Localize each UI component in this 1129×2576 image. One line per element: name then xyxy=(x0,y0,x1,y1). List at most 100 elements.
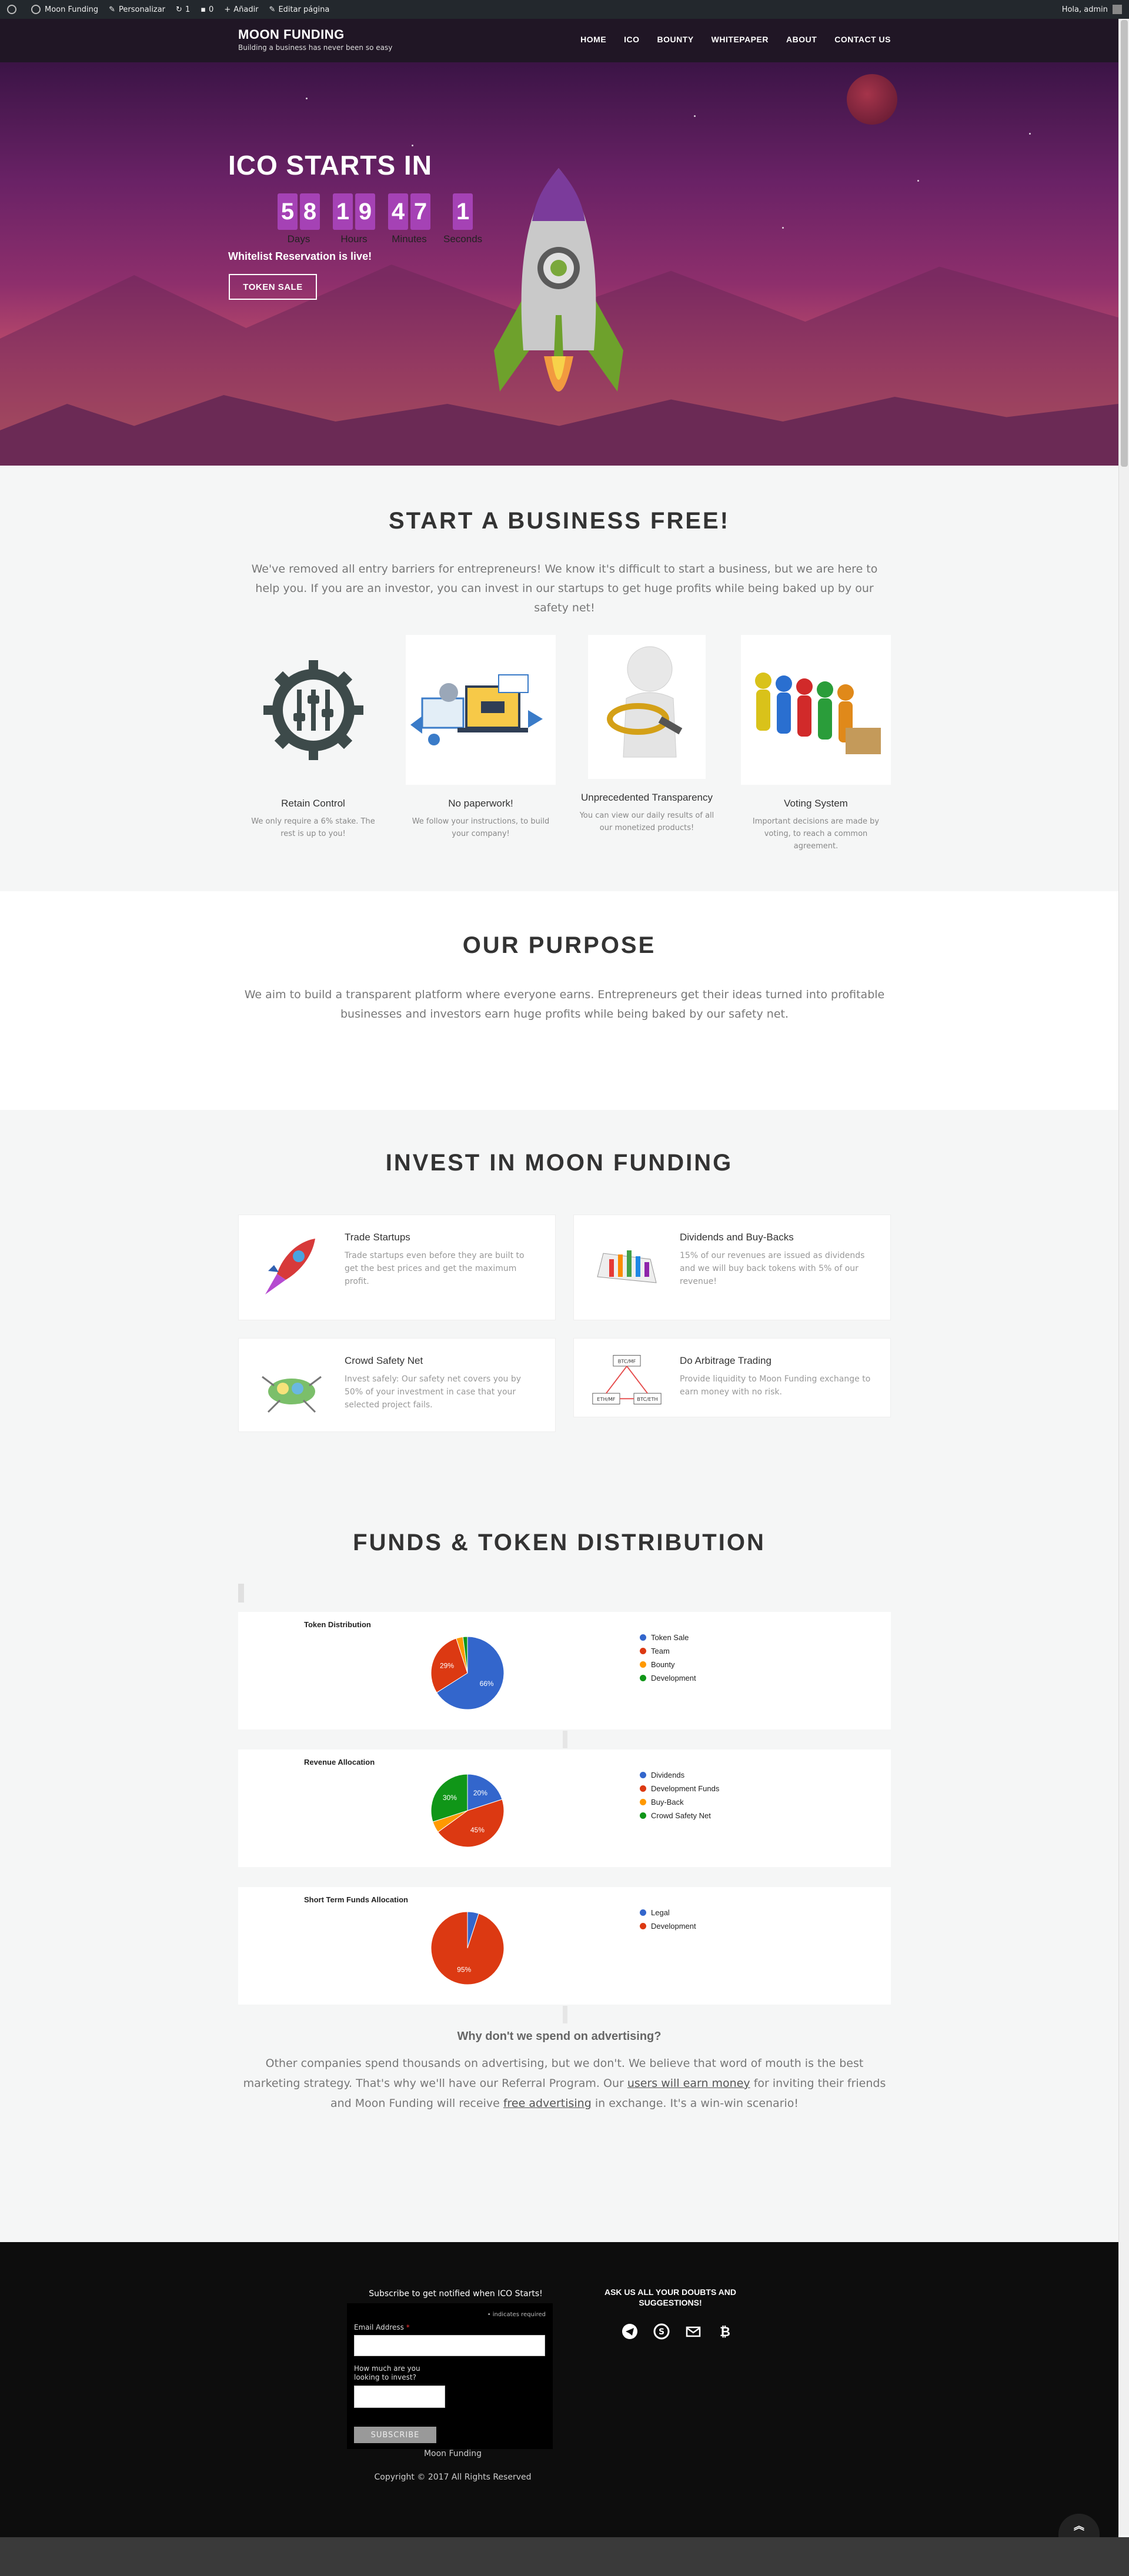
gear-sliders-icon xyxy=(238,635,388,785)
chart-legend: Dividends Development Funds Buy-Back Cro… xyxy=(640,1771,719,1825)
bitcoin-icon[interactable]: ₿ xyxy=(716,2322,734,2341)
page-scrollbar[interactable] xyxy=(1118,19,1129,2535)
invest-amount-field[interactable] xyxy=(354,2386,445,2408)
chart-legend: Legal Development xyxy=(640,1908,696,1935)
invest-title: INVEST IN MOON FUNDING xyxy=(385,1150,733,1176)
invest-card-title: Crowd Safety Net xyxy=(345,1355,423,1366)
email-icon[interactable] xyxy=(684,2322,703,2341)
admin-comments-link[interactable]: ▪ 0 xyxy=(201,5,213,14)
countdown-digit: 1 xyxy=(453,193,473,230)
invest-card-desc: Provide liquidity to Moon Funding exchan… xyxy=(680,1374,871,1397)
invest-card-title: Dividends and Buy-Backs xyxy=(680,1232,794,1243)
email-field[interactable] xyxy=(354,2335,545,2356)
legend-item: Bounty xyxy=(640,1660,696,1669)
countdown-days: 58 Days xyxy=(278,193,320,245)
telegram-icon[interactable] xyxy=(620,2322,639,2341)
invest-card-title: Do Arbitrage Trading xyxy=(680,1355,771,1366)
feature-desc: Important decisions are made by voting, … xyxy=(752,817,880,851)
why-title: Why don't we spend on advertising? xyxy=(457,2030,662,2043)
whitelist-notice: Whitelist Reservation is live! xyxy=(228,250,372,262)
arbitrage-node-label: BTC/ETH xyxy=(637,1396,657,1402)
required-note: • indicates required xyxy=(487,2311,546,2318)
legend-item: Legal xyxy=(640,1908,696,1917)
invest-card-desc: 15% of our revenues are issued as divide… xyxy=(680,1251,865,1286)
rocket-icon xyxy=(256,1230,327,1300)
hero-section: ICO STARTS IN 58 Days 19 Hours 47 Minute… xyxy=(0,62,1118,466)
admin-customize-link[interactable]: ✎ Personalizar xyxy=(109,5,165,14)
star-dot xyxy=(412,145,413,146)
avatar xyxy=(1113,5,1122,14)
chart-title: Token Distribution xyxy=(304,1620,371,1629)
site-header: MOON FUNDING Building a business has nev… xyxy=(0,19,1118,62)
footer-site-name: Moon Funding xyxy=(423,2449,482,2458)
feature-name: Retain Control xyxy=(281,798,345,809)
countdown-minutes: 47 Minutes xyxy=(388,193,430,245)
invest-card: Crowd Safety Net Invest safely: Our safe… xyxy=(238,1338,556,1432)
referral-link[interactable]: users will earn money xyxy=(627,2077,750,2090)
brush-icon: ✎ xyxy=(109,5,116,14)
scrollbar-thumb[interactable] xyxy=(1121,20,1128,467)
legend-item: Buy-Back xyxy=(640,1798,719,1806)
purpose-text: We aim to build a transparent platform w… xyxy=(244,988,885,1021)
invest-label: How much are you looking to invest? xyxy=(354,2364,420,2381)
countdown-seconds: 1 Seconds xyxy=(443,193,482,245)
svg-text:₿: ₿ xyxy=(720,2325,730,2340)
nav-contact[interactable]: CONTACT US xyxy=(834,35,891,44)
admin-site-link[interactable]: Moon Funding xyxy=(31,5,98,14)
business-title: START A BUSINESS FREE! xyxy=(388,508,730,534)
star-dot xyxy=(1029,133,1031,135)
free-advertising-link[interactable]: free advertising xyxy=(503,2097,592,2110)
subscribe-heading: Subscribe to get notified when ICO Start… xyxy=(369,2289,543,2299)
subscribe-button[interactable]: SUBSCRIBE xyxy=(354,2427,436,2443)
pie-chart: 66% 29% xyxy=(430,1636,505,1710)
legend-item: Token Sale xyxy=(640,1633,696,1642)
countdown-label: Hours xyxy=(340,233,368,245)
magnifier-figure xyxy=(588,635,706,779)
devices-illustration xyxy=(406,635,556,785)
token-distribution-chart: Token Distribution 66% 29% Token Sale Tea… xyxy=(238,1612,891,1729)
invest-card: Dividends and Buy-Backs 15% of our reven… xyxy=(573,1215,891,1320)
nav-whitepaper[interactable]: WHITEPAPER xyxy=(712,35,769,44)
invest-card: Trade Startups Trade startups even befor… xyxy=(238,1215,556,1320)
legend-item: Crowd Safety Net xyxy=(640,1811,719,1820)
star-dot xyxy=(694,115,696,117)
admin-updates-link[interactable]: ↻ 1 xyxy=(176,5,190,14)
countdown-timer: 58 Days 19 Hours 47 Minutes 1 Seconds xyxy=(278,193,482,245)
nav-bounty[interactable]: BOUNTY xyxy=(657,35,694,44)
feature-name: Voting System xyxy=(784,798,848,809)
net-icon xyxy=(256,1353,327,1424)
pie-slice-label: 20% xyxy=(473,1789,487,1797)
legend-item: Development xyxy=(640,1922,696,1931)
double-chevron-up-icon: ︽ xyxy=(1074,2520,1084,2532)
token-sale-button[interactable]: TOKEN SALE xyxy=(229,274,317,300)
feature-name: No paperwork! xyxy=(448,798,513,809)
feature-desc: We follow your instructions, to build yo… xyxy=(412,817,550,838)
nav-home[interactable]: HOME xyxy=(580,35,606,44)
scroll-to-top-button[interactable]: ︽ xyxy=(1058,2514,1100,2537)
chart-title: Revenue Allocation xyxy=(304,1758,375,1767)
admin-account[interactable]: Hola, admin xyxy=(1062,5,1122,14)
countdown-label: Seconds xyxy=(443,233,483,245)
admin-add-link[interactable]: + Añadir xyxy=(224,5,258,14)
feature-transparency: Unprecedented Transparency You can view … xyxy=(573,635,720,834)
email-label: Email Address * xyxy=(354,2323,410,2331)
plus-icon: + xyxy=(224,5,231,14)
site-brand[interactable]: MOON FUNDING Building a business has nev… xyxy=(238,27,392,52)
nav-ico[interactable]: ICO xyxy=(624,35,639,44)
countdown-digit: 1 xyxy=(333,193,353,230)
copyright: Copyright © 2017 All Rights Reserved xyxy=(374,2473,532,2482)
invest-card-title: Trade Startups xyxy=(345,1232,410,1243)
footer: Subscribe to get notified when ICO Start… xyxy=(0,2242,1118,2537)
nav-about[interactable]: ABOUT xyxy=(786,35,817,44)
invest-section: INVEST IN MOON FUNDING Trade Startups Tr… xyxy=(0,1110,1118,2242)
rocket-illustration xyxy=(494,168,623,392)
wordpress-logo-icon[interactable] xyxy=(7,5,21,14)
admin-edit-page-link[interactable]: ✎ Editar página xyxy=(269,5,330,14)
skype-icon[interactable]: S xyxy=(652,2322,671,2341)
countdown-digit: 8 xyxy=(300,193,320,230)
pencil-icon: ✎ xyxy=(269,5,276,14)
admin-bar: Moon Funding ✎ Personalizar ↻ 1 ▪ 0 + Añadir… xyxy=(0,0,1129,19)
chart-spacer xyxy=(238,1584,244,1603)
feature-retain-control: Retain Control We only require a 6% stak… xyxy=(238,635,388,840)
chart-title: Short Term Funds Allocation xyxy=(304,1895,408,1904)
